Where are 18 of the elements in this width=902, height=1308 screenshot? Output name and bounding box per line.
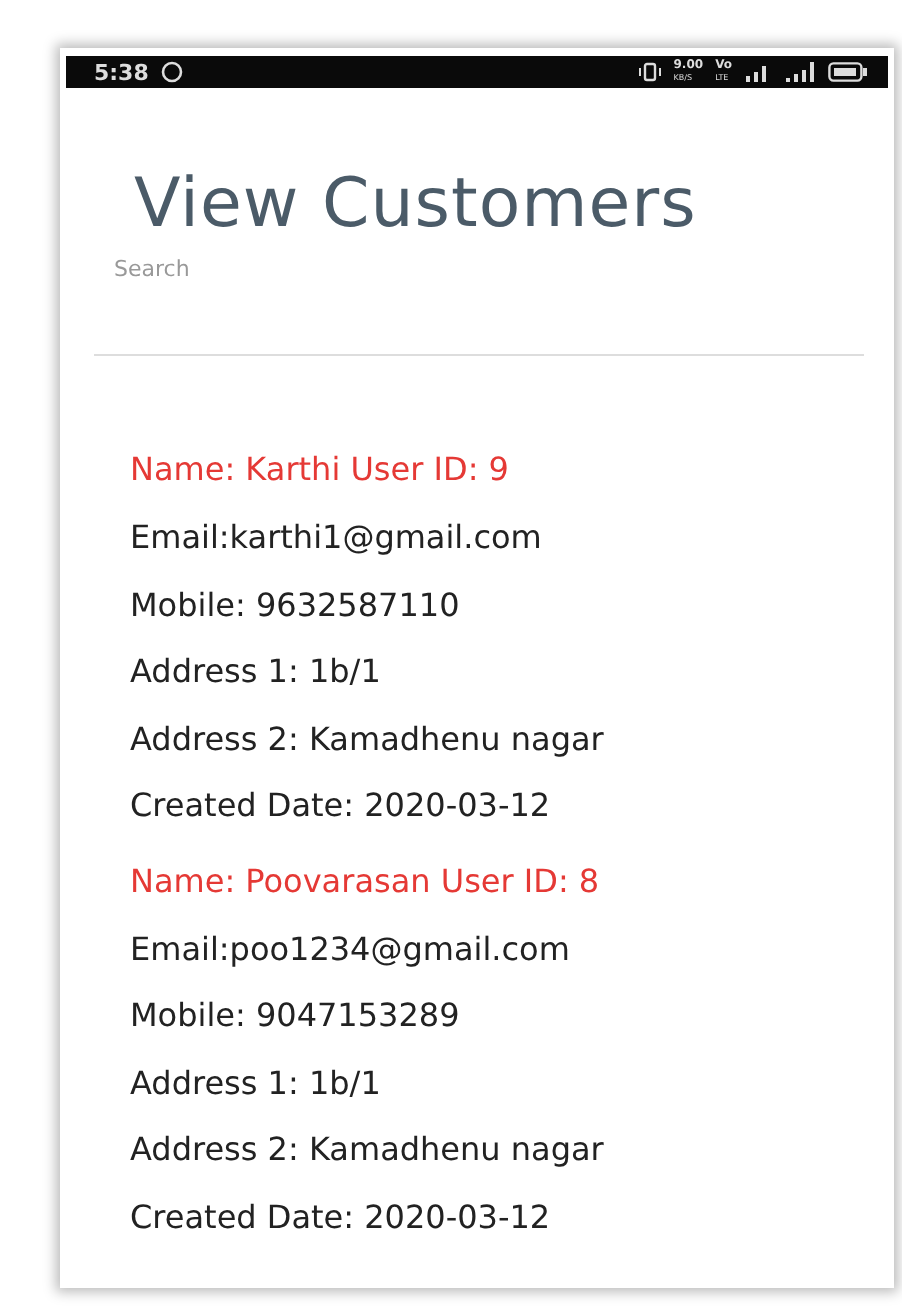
customer-detail: Address 2: Kamadhenu nagar xyxy=(130,717,606,761)
battery-icon xyxy=(828,62,868,82)
vibrate-icon xyxy=(637,62,662,82)
customer-detail: Address 1: 1b/1 xyxy=(130,650,383,694)
signal-icon xyxy=(784,62,816,82)
customer-detail: Created Date: 2020-03-12 xyxy=(130,1195,553,1239)
customer-detail: Mobile: 9047153289 xyxy=(130,994,462,1038)
page-title: View Customers xyxy=(134,162,699,248)
customer-detail: Email:karthi1@gmail.com xyxy=(130,516,544,560)
status-time: 5:38 xyxy=(94,59,149,85)
customer-detail: Address 1: 1b/1 xyxy=(130,1061,383,1105)
customer-name: Name: Poovarasan User ID: 8 xyxy=(130,859,602,903)
customer-detail: Address 2: Kamadhenu nagar xyxy=(130,1128,606,1172)
customer-detail: Mobile: 9632587110 xyxy=(130,583,462,627)
customer-detail: Email:poo1234@gmail.com xyxy=(130,927,572,971)
customer-detail: Created Date: 2020-03-12 xyxy=(130,784,553,828)
customer-name: Name: Karthi User ID: 9 xyxy=(130,448,511,492)
signal-icon xyxy=(744,62,772,82)
